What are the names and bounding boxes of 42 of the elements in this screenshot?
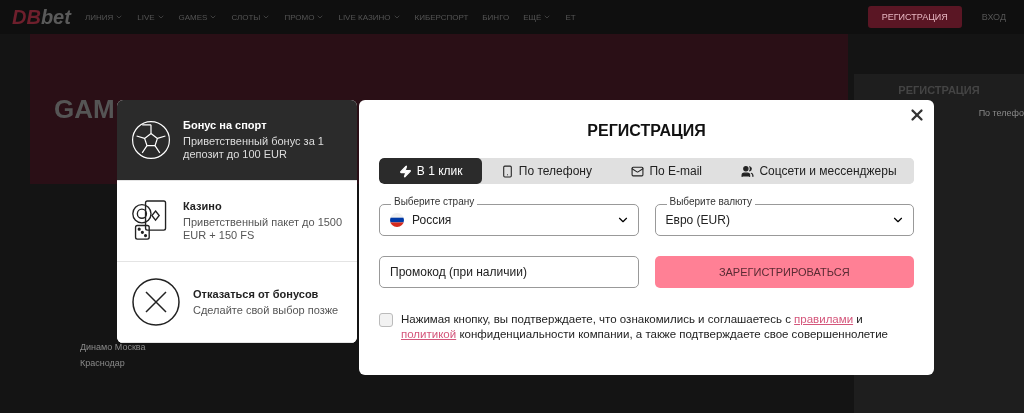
flag-icon: [390, 213, 404, 227]
field-label: Выберите страну: [391, 196, 478, 207]
nav-item[interactable]: GAMES: [178, 12, 218, 22]
policy-link[interactable]: политикой: [401, 328, 457, 340]
nav-item[interactable]: БИНГО: [482, 12, 510, 22]
bonus-title: Отказаться от бонусов: [193, 287, 320, 300]
consent-checkbox[interactable]: [379, 313, 393, 327]
bonus-title: Бонус на спорт: [183, 119, 268, 131]
select-value: Евро (EUR): [665, 213, 731, 227]
bonus-description: Приветственный пакет до 1500 EUR + 150 FS: [183, 216, 343, 242]
consent-text: Нажимая кнопку, вы подтверждаете, что ознакомились и соглашаетесь с правилами и политикой конфиденциальности компании, а также подтверждаете свое совершеннолетие: [401, 312, 889, 342]
people-icon: [741, 164, 755, 178]
bonus-option[interactable]: Бонус на спорт Приветственный бонус за 1 депозит до 100 EUR: [117, 100, 357, 181]
bonus-title: Казино: [183, 200, 223, 212]
lightning-icon: [398, 164, 412, 178]
select-value: Россия: [412, 213, 453, 227]
field-label: Выберите валюту: [666, 196, 756, 207]
phone-icon: [500, 164, 514, 178]
register-button[interactable]: ЗАРЕГИСТРИРОВАТЬСЯ: [654, 256, 914, 288]
rules-link[interactable]: правилами: [794, 313, 854, 325]
nav-item[interactable]: СЛОТЫ: [231, 12, 271, 22]
logo[interactable]: DBbet: [12, 5, 71, 29]
close-icon: [908, 106, 926, 124]
envelope-icon: [631, 164, 645, 178]
nav-item[interactable]: LIVE КАЗИНО: [338, 12, 401, 22]
team-name: Динамо Москва: [80, 342, 147, 352]
nav-item[interactable]: ПРОМО: [284, 12, 325, 22]
login-button[interactable]: ВХОД: [975, 11, 1012, 23]
nav-item[interactable]: КИБЕРСПОРТ: [414, 12, 469, 22]
cross-circle-icon: [131, 277, 181, 327]
register-button[interactable]: РЕГИСТРАЦИЯ: [867, 6, 962, 28]
nav-item[interactable]: ЛИНИЯ: [84, 12, 124, 22]
dialog-title: РЕГИСТРАЦИЯ: [586, 122, 707, 140]
tab[interactable]: В 1 клик: [379, 158, 483, 184]
side-panel-tab[interactable]: По телефо: [978, 108, 1024, 118]
promo-code-field[interactable]: Промокод (при наличии): [379, 256, 639, 288]
team-name: Краснодар: [80, 358, 126, 368]
bonus-description: Сделайте свой выбор позже: [193, 303, 339, 317]
nav-item[interactable]: LIVE: [137, 12, 165, 22]
banner-title: GAM: [54, 93, 115, 125]
bonus-description: Приветственный бонус за 1 депозит до 100 EUR: [183, 135, 325, 161]
nav-item[interactable]: ЕЩЁ: [523, 12, 552, 22]
